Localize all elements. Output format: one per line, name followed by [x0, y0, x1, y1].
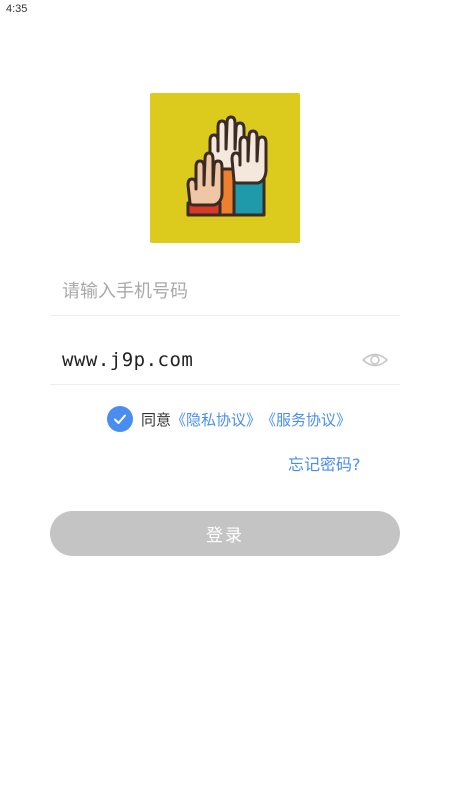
app-logo — [150, 93, 300, 243]
agree-checkbox[interactable] — [107, 406, 133, 432]
status-bar: 4:35 — [0, 0, 450, 22]
forgot-password-link[interactable]: 忘记密码? — [288, 451, 361, 475]
login-button[interactable]: 登录 — [50, 511, 400, 556]
service-agreement-link[interactable]: 《服务协议》 — [261, 409, 351, 430]
phone-input[interactable] — [62, 271, 362, 311]
checkmark-icon — [114, 414, 126, 424]
raised-hands-logo-icon — [150, 93, 300, 243]
phone-field — [50, 267, 400, 316]
agreement-row: 同意 《隐私协议》 《服务协议》 — [107, 405, 351, 433]
status-time: 4:35 — [6, 3, 28, 15]
privacy-policy-link[interactable]: 《隐私协议》 — [171, 409, 261, 430]
agree-prefix: 同意 — [141, 410, 172, 429]
password-field — [50, 336, 400, 385]
eye-icon[interactable] — [361, 349, 389, 371]
password-input[interactable] — [62, 340, 362, 380]
